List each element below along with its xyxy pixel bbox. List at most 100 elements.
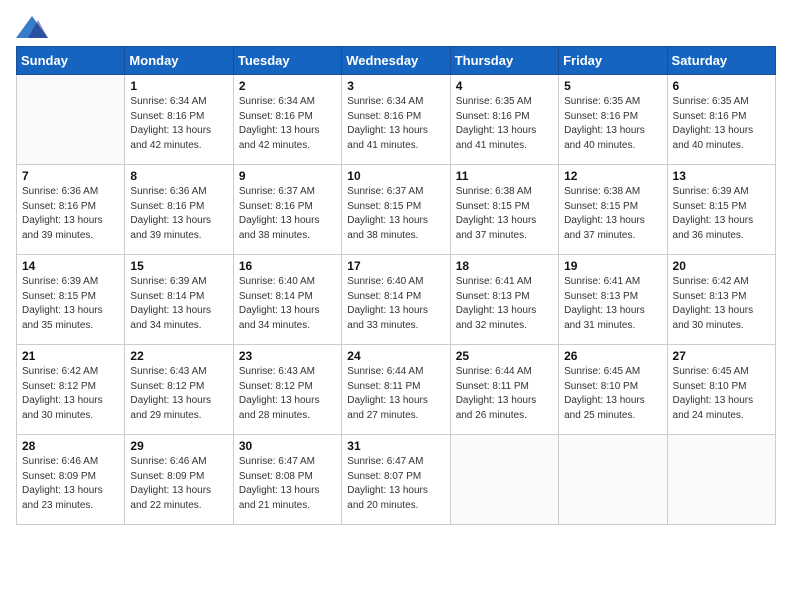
calendar-week-1: 1 Sunrise: 6:34 AMSunset: 8:16 PMDaylight… — [17, 75, 776, 165]
day-info: Sunrise: 6:34 AMSunset: 8:16 PMDaylight:… — [130, 95, 227, 153]
calendar-cell: 22 Sunrise: 6:43 AMSunset: 8:12 PMDayligh… — [125, 345, 233, 435]
day-info: Sunrise: 6:42 AMSunset: 8:12 PMDaylight:… — [22, 365, 119, 423]
day-number: 16 — [239, 259, 336, 273]
day-info: Sunrise: 6:35 AMSunset: 8:16 PMDaylight:… — [456, 95, 553, 153]
weekday-header-sunday: Sunday — [17, 47, 125, 75]
calendar-cell: 14 Sunrise: 6:39 AMSunset: 8:15 PMDayligh… — [17, 255, 125, 345]
day-number: 25 — [456, 349, 553, 363]
day-number: 15 — [130, 259, 227, 273]
calendar-cell: 10 Sunrise: 6:37 AMSunset: 8:15 PMDayligh… — [342, 165, 450, 255]
calendar-cell: 8 Sunrise: 6:36 AMSunset: 8:16 PMDaylight… — [125, 165, 233, 255]
day-number: 7 — [22, 169, 119, 183]
day-info: Sunrise: 6:39 AMSunset: 8:14 PMDaylight:… — [130, 275, 227, 333]
calendar-cell — [17, 75, 125, 165]
calendar-cell: 1 Sunrise: 6:34 AMSunset: 8:16 PMDaylight… — [125, 75, 233, 165]
day-info: Sunrise: 6:40 AMSunset: 8:14 PMDaylight:… — [347, 275, 444, 333]
day-info: Sunrise: 6:39 AMSunset: 8:15 PMDaylight:… — [22, 275, 119, 333]
day-info: Sunrise: 6:36 AMSunset: 8:16 PMDaylight:… — [130, 185, 227, 243]
day-info: Sunrise: 6:34 AMSunset: 8:16 PMDaylight:… — [239, 95, 336, 153]
calendar-week-5: 28 Sunrise: 6:46 AMSunset: 8:09 PMDayligh… — [17, 435, 776, 525]
day-info: Sunrise: 6:45 AMSunset: 8:10 PMDaylight:… — [564, 365, 661, 423]
day-info: Sunrise: 6:43 AMSunset: 8:12 PMDaylight:… — [130, 365, 227, 423]
day-number: 11 — [456, 169, 553, 183]
day-number: 1 — [130, 79, 227, 93]
day-info: Sunrise: 6:38 AMSunset: 8:15 PMDaylight:… — [564, 185, 661, 243]
calendar-cell: 26 Sunrise: 6:45 AMSunset: 8:10 PMDayligh… — [559, 345, 667, 435]
day-number: 22 — [130, 349, 227, 363]
calendar-cell — [559, 435, 667, 525]
calendar-cell: 9 Sunrise: 6:37 AMSunset: 8:16 PMDaylight… — [233, 165, 341, 255]
day-number: 18 — [456, 259, 553, 273]
calendar-cell: 24 Sunrise: 6:44 AMSunset: 8:11 PMDayligh… — [342, 345, 450, 435]
day-number: 24 — [347, 349, 444, 363]
logo-icon — [16, 16, 48, 38]
calendar-week-4: 21 Sunrise: 6:42 AMSunset: 8:12 PMDayligh… — [17, 345, 776, 435]
day-number: 3 — [347, 79, 444, 93]
day-info: Sunrise: 6:35 AMSunset: 8:16 PMDaylight:… — [564, 95, 661, 153]
weekday-header-saturday: Saturday — [667, 47, 775, 75]
day-number: 29 — [130, 439, 227, 453]
day-number: 10 — [347, 169, 444, 183]
calendar-week-3: 14 Sunrise: 6:39 AMSunset: 8:15 PMDayligh… — [17, 255, 776, 345]
day-info: Sunrise: 6:47 AMSunset: 8:07 PMDaylight:… — [347, 455, 444, 513]
day-number: 20 — [673, 259, 770, 273]
day-number: 4 — [456, 79, 553, 93]
calendar-cell: 25 Sunrise: 6:44 AMSunset: 8:11 PMDayligh… — [450, 345, 558, 435]
calendar-header: SundayMondayTuesdayWednesdayThursdayFrid… — [17, 47, 776, 75]
day-number: 19 — [564, 259, 661, 273]
calendar-cell: 6Sunrise: 6:35 AMSunset: 8:16 PMDaylight… — [667, 75, 775, 165]
calendar-cell: 21 Sunrise: 6:42 AMSunset: 8:12 PMDayligh… — [17, 345, 125, 435]
calendar-cell — [667, 435, 775, 525]
calendar-body: 1 Sunrise: 6:34 AMSunset: 8:16 PMDaylight… — [17, 75, 776, 525]
day-info: Sunrise: 6:46 AMSunset: 8:09 PMDaylight:… — [130, 455, 227, 513]
calendar-cell: 16Sunrise: 6:40 AMSunset: 8:14 PMDayligh… — [233, 255, 341, 345]
calendar-cell: 31 Sunrise: 6:47 AMSunset: 8:07 PMDayligh… — [342, 435, 450, 525]
day-info: Sunrise: 6:44 AMSunset: 8:11 PMDaylight:… — [456, 365, 553, 423]
calendar-cell: 28 Sunrise: 6:46 AMSunset: 8:09 PMDayligh… — [17, 435, 125, 525]
calendar-cell: 30Sunrise: 6:47 AMSunset: 8:08 PMDayligh… — [233, 435, 341, 525]
day-number: 21 — [22, 349, 119, 363]
day-info: Sunrise: 6:37 AMSunset: 8:15 PMDaylight:… — [347, 185, 444, 243]
day-number: 13 — [673, 169, 770, 183]
day-info: Sunrise: 6:41 AMSunset: 8:13 PMDaylight:… — [564, 275, 661, 333]
calendar-cell — [450, 435, 558, 525]
day-info: Sunrise: 6:38 AMSunset: 8:15 PMDaylight:… — [456, 185, 553, 243]
day-info: Sunrise: 6:47 AMSunset: 8:08 PMDaylight:… — [239, 455, 336, 513]
calendar-cell: 4 Sunrise: 6:35 AMSunset: 8:16 PMDaylight… — [450, 75, 558, 165]
day-number: 14 — [22, 259, 119, 273]
calendar-cell: 27Sunrise: 6:45 AMSunset: 8:10 PMDayligh… — [667, 345, 775, 435]
calendar-cell: 11 Sunrise: 6:38 AMSunset: 8:15 PMDayligh… — [450, 165, 558, 255]
day-number: 31 — [347, 439, 444, 453]
calendar-cell: 17 Sunrise: 6:40 AMSunset: 8:14 PMDayligh… — [342, 255, 450, 345]
calendar-week-2: 7 Sunrise: 6:36 AMSunset: 8:16 PMDaylight… — [17, 165, 776, 255]
calendar-cell: 13 Sunrise: 6:39 AMSunset: 8:15 PMDayligh… — [667, 165, 775, 255]
calendar-cell: 20 Sunrise: 6:42 AMSunset: 8:13 PMDayligh… — [667, 255, 775, 345]
day-info: Sunrise: 6:44 AMSunset: 8:11 PMDaylight:… — [347, 365, 444, 423]
weekday-header-monday: Monday — [125, 47, 233, 75]
day-info: Sunrise: 6:41 AMSunset: 8:13 PMDaylight:… — [456, 275, 553, 333]
calendar-table: SundayMondayTuesdayWednesdayThursdayFrid… — [16, 46, 776, 525]
day-number: 28 — [22, 439, 119, 453]
day-info: Sunrise: 6:46 AMSunset: 8:09 PMDaylight:… — [22, 455, 119, 513]
weekday-header-tuesday: Tuesday — [233, 47, 341, 75]
weekday-header-wednesday: Wednesday — [342, 47, 450, 75]
day-number: 8 — [130, 169, 227, 183]
day-number: 17 — [347, 259, 444, 273]
calendar-cell: 2Sunrise: 6:34 AMSunset: 8:16 PMDaylight… — [233, 75, 341, 165]
calendar-cell: 12Sunrise: 6:38 AMSunset: 8:15 PMDayligh… — [559, 165, 667, 255]
calendar-cell: 23Sunrise: 6:43 AMSunset: 8:12 PMDayligh… — [233, 345, 341, 435]
day-info: Sunrise: 6:39 AMSunset: 8:15 PMDaylight:… — [673, 185, 770, 243]
day-number: 6 — [673, 79, 770, 93]
day-info: Sunrise: 6:36 AMSunset: 8:16 PMDaylight:… — [22, 185, 119, 243]
day-info: Sunrise: 6:45 AMSunset: 8:10 PMDaylight:… — [673, 365, 770, 423]
page-header — [16, 16, 776, 38]
logo — [16, 16, 48, 38]
calendar-cell: 5Sunrise: 6:35 AMSunset: 8:16 PMDaylight… — [559, 75, 667, 165]
day-info: Sunrise: 6:42 AMSunset: 8:13 PMDaylight:… — [673, 275, 770, 333]
calendar-cell: 29 Sunrise: 6:46 AMSunset: 8:09 PMDayligh… — [125, 435, 233, 525]
calendar-cell: 18 Sunrise: 6:41 AMSunset: 8:13 PMDayligh… — [450, 255, 558, 345]
day-number: 26 — [564, 349, 661, 363]
weekday-header-thursday: Thursday — [450, 47, 558, 75]
day-number: 9 — [239, 169, 336, 183]
day-info: Sunrise: 6:37 AMSunset: 8:16 PMDaylight:… — [239, 185, 336, 243]
